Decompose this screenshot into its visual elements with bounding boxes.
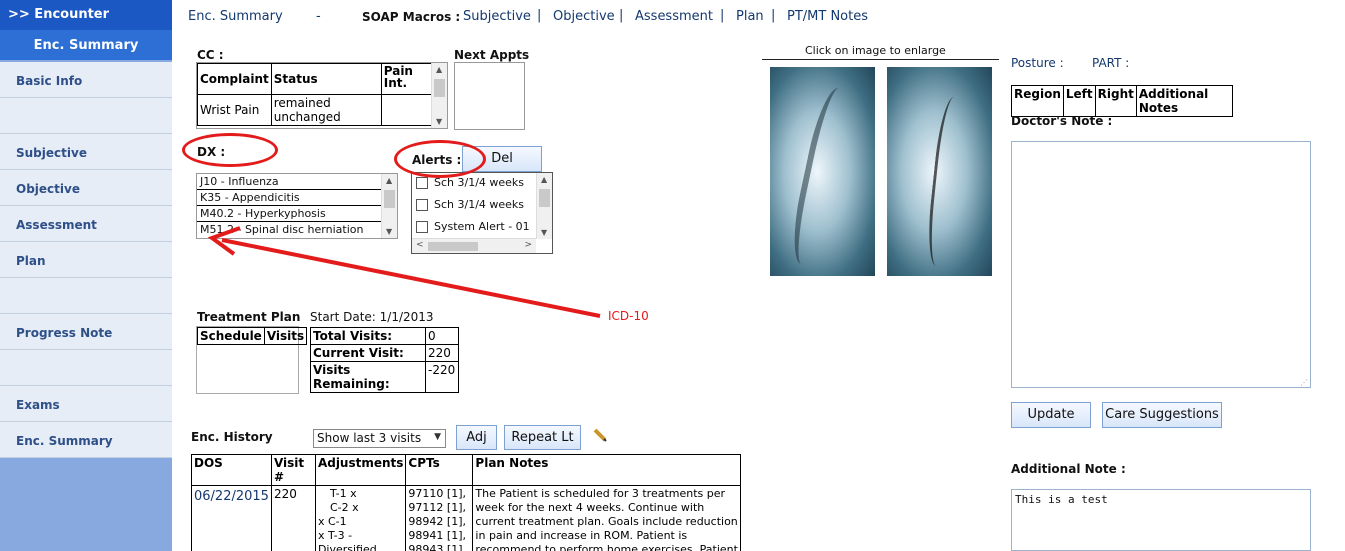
sidebar-item-subjective[interactable]: Subjective (0, 134, 172, 170)
region-header-right: Right (1094, 85, 1137, 117)
images-caption: Click on image to enlarge (805, 44, 946, 57)
history-table-wrap: DOS Visit # Adjustments CPTs Plan Notes … (191, 454, 741, 551)
update-button[interactable]: Update (1011, 402, 1091, 428)
adj-button[interactable]: Adj (456, 425, 497, 450)
alert-checkbox[interactable] (416, 177, 428, 189)
region-table: Region Left Right Additional Notes (1011, 85, 1234, 117)
alerts-highlight-ellipse (394, 140, 486, 178)
treatment-plan-label: Treatment Plan (197, 310, 301, 324)
sidebar-item-basic-info[interactable]: Basic Info (0, 62, 172, 98)
xray-image-1[interactable] (770, 67, 875, 276)
history-table: DOS Visit # Adjustments CPTs Plan Notes … (191, 454, 741, 551)
top-dash: - (316, 9, 321, 24)
soap-link-pt-mt-notes[interactable]: PT/MT Notes (787, 9, 868, 24)
sidebar-item-assessment[interactable]: Assessment (0, 206, 172, 242)
enc-history-label: Enc. History (191, 430, 273, 444)
cc-cell-status: remained unchanged (270, 94, 382, 126)
additional-note-label: Additional Note : (1011, 462, 1126, 476)
history-header-cpts: CPTs (405, 454, 474, 486)
current-visit-label: Current Visit: (310, 344, 426, 362)
history-header-dos: DOS (191, 454, 272, 486)
sidebar-item-empty[interactable] (0, 98, 172, 134)
dx-item[interactable]: K35 - Appendicitis (197, 190, 381, 206)
treatment-plan-panel[interactable]: Schedule Visits (196, 326, 308, 394)
dx-highlight-ellipse (182, 133, 278, 167)
pencil-icon[interactable] (592, 427, 608, 443)
cc-header-status: Status (270, 63, 382, 95)
sidebar-header[interactable]: >> Encounter (0, 0, 172, 30)
cc-cell-complaint: Wrist Pain (197, 94, 272, 126)
cc-panel[interactable]: Complaint Status Pain Int. Wrist Pain re… (196, 62, 448, 129)
repeat-lt-button[interactable]: Repeat Lt (504, 425, 581, 450)
history-dos-link[interactable]: 06/22/2015 (191, 485, 272, 551)
xray-image-2[interactable] (887, 67, 992, 276)
alert-checkbox[interactable] (416, 199, 428, 211)
treatment-plan-table: Schedule Visits (197, 327, 308, 345)
sidebar-item-plan[interactable]: Plan (0, 242, 172, 278)
region-header-left: Left (1062, 85, 1096, 117)
region-header-region: Region (1011, 85, 1064, 117)
top-enc-summary: Enc. Summary (188, 9, 283, 24)
current-visit-value: 220 (425, 344, 459, 362)
sidebar-item-enc-summary-active[interactable]: Enc. Summary (0, 30, 172, 60)
history-header-adjustments: Adjustments (314, 454, 407, 486)
cc-table: Complaint Status Pain Int. Wrist Pain re… (197, 63, 433, 126)
history-adjustments: T-1 x C-2 x x C-1 x T-3 - Diversified (314, 485, 407, 551)
tp-header-schedule: Schedule (197, 327, 265, 345)
chevron-down-icon: ▼ (434, 432, 441, 442)
sidebar-list: Basic Info Subjective Objective Assessme… (0, 62, 172, 458)
total-visits-label: Total Visits: (310, 327, 426, 345)
soap-link-objective[interactable]: Objective (553, 9, 615, 24)
doctors-note-textarea[interactable]: ⋰ (1011, 141, 1311, 388)
cc-scrollbar[interactable]: ▲ ▼ (431, 63, 447, 128)
dx-item[interactable]: J10 - Influenza (197, 174, 381, 190)
visit-stats-table: Total Visits: 0 Current Visit: 220 Visit… (310, 327, 459, 393)
cc-header-complaint: Complaint (197, 63, 272, 95)
history-range-select[interactable]: Show last 3 visits ▼ (313, 429, 446, 448)
sidebar-item-enc-summary[interactable]: Enc. Summary (0, 422, 172, 458)
history-row[interactable]: 06/22/2015 220 T-1 x C-2 x x C-1 x T-3 -… (191, 485, 741, 551)
icd10-annotation: ICD-10 (608, 309, 649, 323)
cc-row[interactable]: Wrist Pain remained unchanged (197, 94, 433, 126)
next-appts-list[interactable] (454, 62, 525, 130)
history-visit: 220 (270, 485, 316, 551)
sidebar-item-progress-note[interactable]: Progress Note (0, 314, 172, 350)
sidebar-item-empty[interactable] (0, 278, 172, 314)
part-label: PART : (1092, 56, 1130, 70)
additional-note-textarea[interactable]: This is a test (1011, 489, 1311, 551)
cc-cell-pain (380, 94, 433, 126)
history-cpts: 97110 [1], 97112 [1], 98942 [1], 98941 [… (405, 485, 474, 551)
posture-label: Posture : (1011, 56, 1064, 70)
total-visits-value: 0 (425, 327, 459, 345)
next-appts-label: Next Appts (454, 48, 530, 62)
sidebar: >> Encounter Enc. Summary Basic Info Sub… (0, 0, 172, 551)
cc-label: CC : (197, 48, 224, 62)
history-header-plan-notes: Plan Notes (472, 454, 741, 486)
visits-remaining-label: Visits Remaining: (310, 361, 426, 393)
soap-macros-label: SOAP Macros : (362, 10, 461, 24)
doctors-note-label: Doctor's Note : (1011, 114, 1113, 128)
care-suggestions-button[interactable]: Care Suggestions (1102, 402, 1222, 428)
tp-header-visits: Visits (263, 327, 308, 345)
region-header-notes: Additional Notes (1135, 85, 1234, 117)
soap-link-plan[interactable]: Plan (736, 9, 764, 24)
sidebar-item-exams[interactable]: Exams (0, 386, 172, 422)
images-divider (762, 59, 999, 60)
history-header-visit: Visit # (270, 454, 316, 486)
start-date: Start Date: 1/1/2013 (310, 310, 434, 324)
history-plan-notes: The Patient is scheduled for 3 treatment… (472, 485, 741, 551)
cc-header-pain: Pain Int. (380, 63, 433, 95)
alert-item[interactable]: Sch 3/1/4 weeks (412, 195, 552, 217)
sidebar-item-empty[interactable] (0, 350, 172, 386)
visits-remaining-value: -220 (425, 361, 459, 393)
soap-link-assessment[interactable]: Assessment (635, 9, 713, 24)
soap-link-subjective[interactable]: Subjective (463, 9, 531, 24)
sidebar-item-objective[interactable]: Objective (0, 170, 172, 206)
